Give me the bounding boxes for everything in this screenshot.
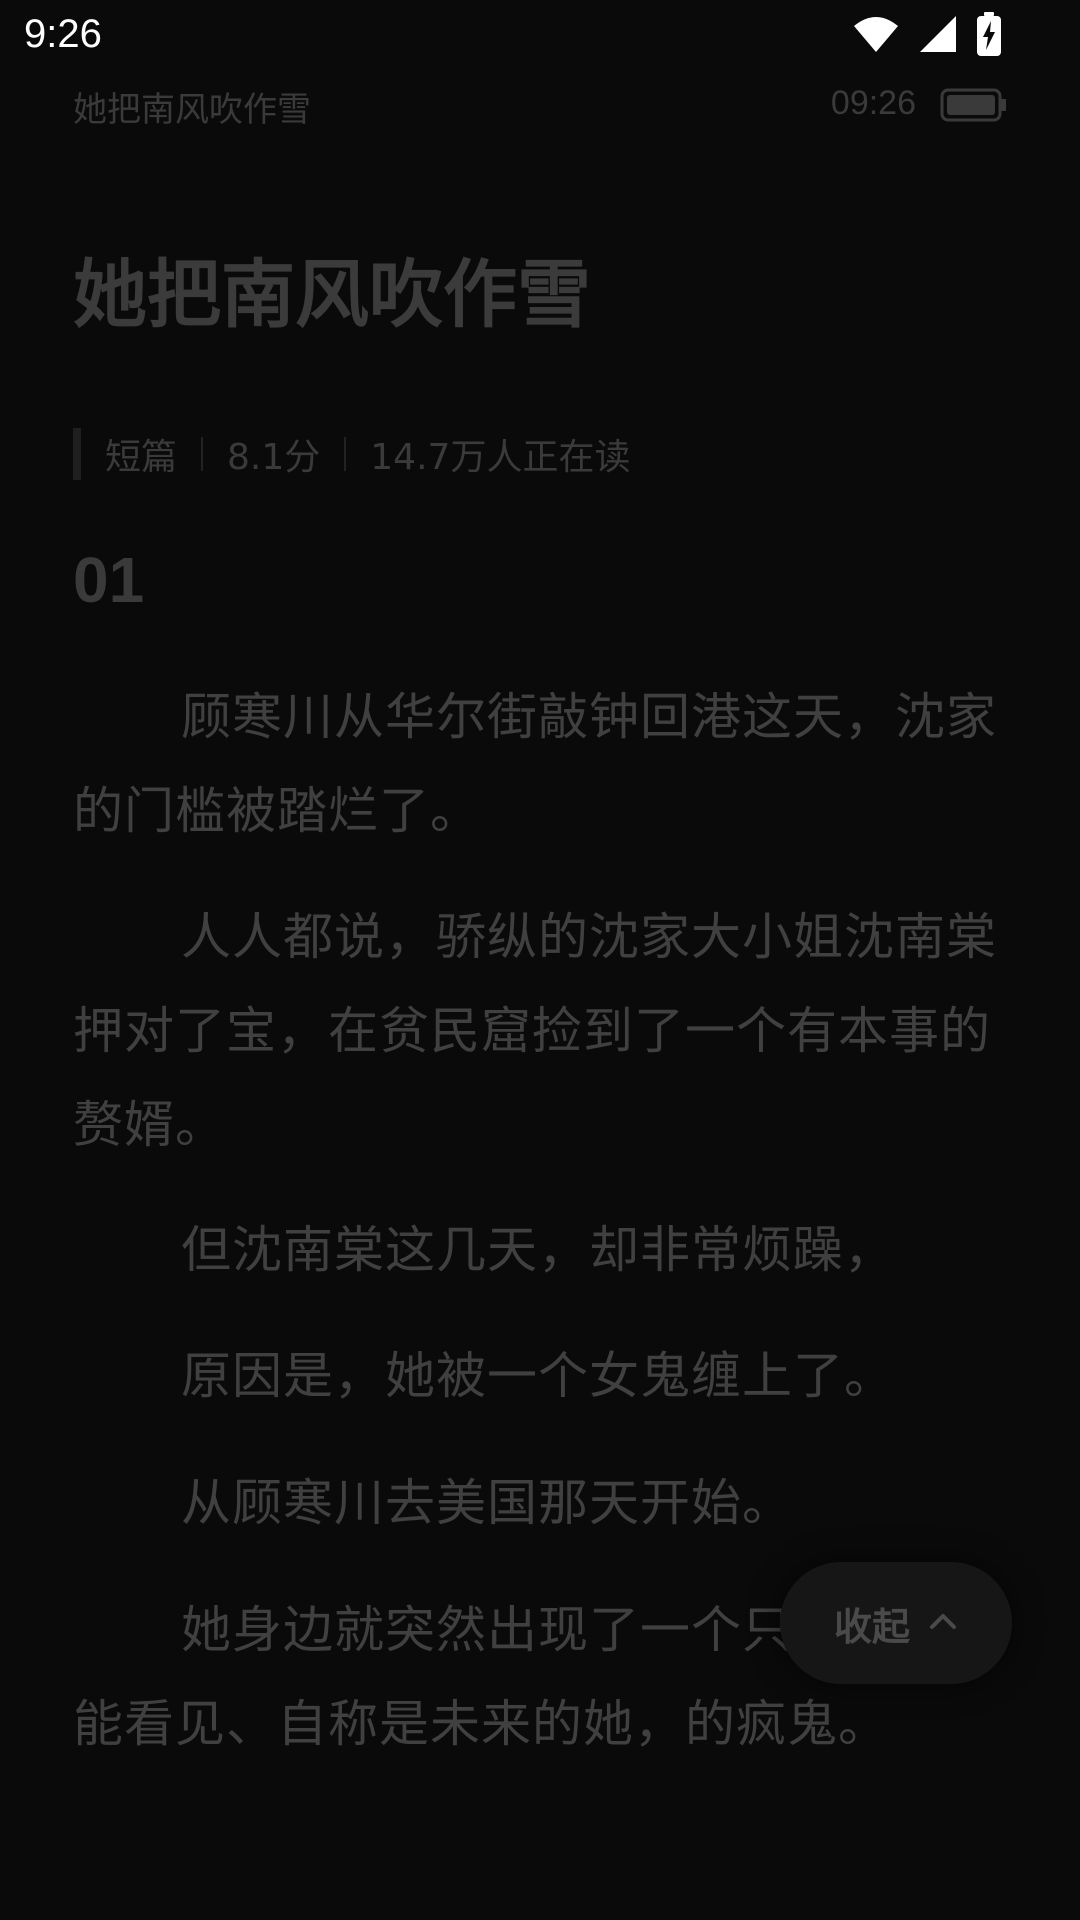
battery-icon xyxy=(940,88,1008,126)
cellular-signal-icon xyxy=(918,14,958,58)
meta-divider xyxy=(344,437,347,471)
battery-charging-icon xyxy=(976,12,1002,60)
meta-divider xyxy=(201,437,204,471)
meta-accent-bar xyxy=(73,428,81,480)
collapse-button[interactable]: 收起 xyxy=(780,1562,1012,1684)
chapter-paragraph: 但沈南棠这几天，却非常烦躁， xyxy=(181,1221,895,1279)
status-icons xyxy=(852,12,1002,60)
chapter-paragraph: 原因是，她被一个女鬼缠上了。 xyxy=(181,1347,895,1405)
book-readers: 14.7万人正在读 xyxy=(370,437,631,478)
chevron-up-icon xyxy=(928,1611,958,1635)
reader-header: 她把南风吹作雪 09:26 xyxy=(73,76,1008,132)
status-time: 9:26 xyxy=(24,12,102,56)
header-time: 09:26 xyxy=(830,84,916,122)
wifi-icon xyxy=(852,14,900,58)
header-book-title: 她把南风吹作雪 xyxy=(73,90,311,130)
chapter-paragraph: 人人都说，骄纵的沈家大小姐沈南棠押对了宝，在贫民窟捡到了一个有本事的赘婿。 xyxy=(73,908,997,1154)
collapse-label: 收起 xyxy=(833,1604,910,1649)
chapter-paragraph: 从顾寒川去美国那天开始。 xyxy=(181,1474,793,1532)
chapter-number: 01 xyxy=(73,544,145,616)
chapter-paragraph: 顾寒川从华尔街敲钟回港这天，沈家的门槛被踏烂了。 xyxy=(73,688,997,840)
book-type: 短篇 xyxy=(105,437,178,478)
book-meta: 短篇 8.1分 14.7万人正在读 xyxy=(73,428,630,480)
status-bar: 9:26 xyxy=(0,0,1080,72)
book-score: 8.1分 xyxy=(227,437,321,478)
book-title: 她把南风吹作雪 xyxy=(73,252,591,338)
